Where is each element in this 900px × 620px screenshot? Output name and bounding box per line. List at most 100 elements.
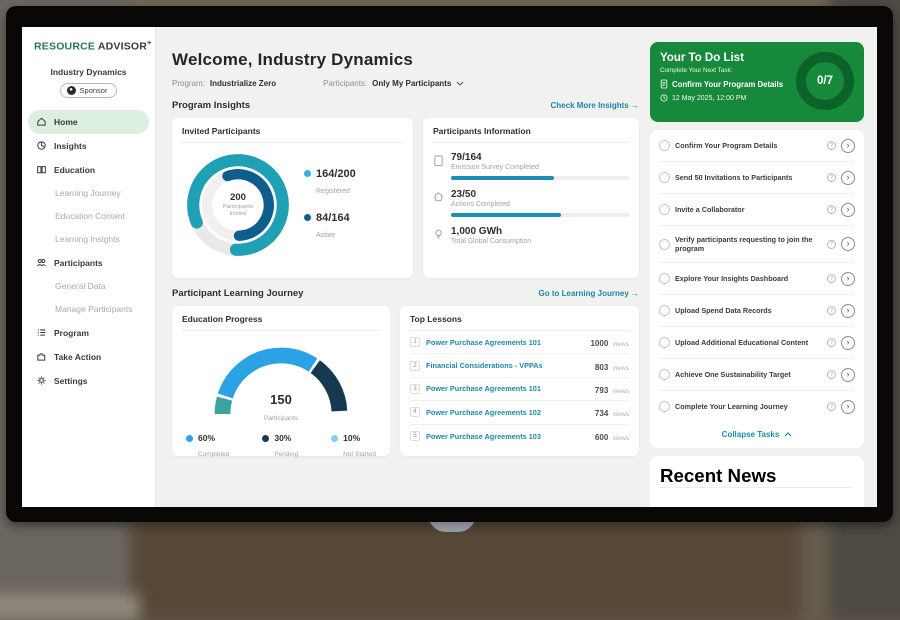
- sidebar-item-learning-journey[interactable]: Learning Journey: [28, 182, 149, 205]
- card-title: Top Lessons: [410, 314, 629, 331]
- todo-panel: Your To Do List Complete Your Next Task:…: [650, 35, 864, 507]
- lesson-row: 5 Power Purchase Agreements 103 600 view…: [410, 425, 629, 448]
- sidebar-item-participants[interactable]: Participants: [28, 251, 149, 275]
- chevron-right-icon[interactable]: ›: [841, 139, 855, 153]
- info-icon[interactable]: ?: [827, 370, 836, 379]
- chevron-up-icon: [784, 432, 792, 437]
- donut-center-value: 200: [230, 192, 246, 203]
- task-row: Confirm Your Program Details ? ›: [659, 130, 855, 162]
- task-row: Explore Your Insights Dashboard ? ›: [659, 263, 855, 295]
- app-screen: RESOURCE ADVISOR+ Industry Dynamics ● Sp…: [22, 27, 877, 507]
- sidebar-item-education-content[interactable]: Education Content: [28, 205, 149, 228]
- lesson-link[interactable]: Power Purchase Agreements 103: [426, 432, 589, 441]
- participants-information-card: Participants Information 79/164 Emission…: [423, 118, 639, 278]
- app-logo: RESOURCE ADVISOR+: [22, 27, 155, 55]
- metric-emission-survey: 79/164 Emission Survey Completed: [433, 152, 629, 180]
- settings-gear-icon: [36, 375, 47, 386]
- progress-bar-fill: [451, 176, 554, 180]
- todo-subtitle: Complete Your Next Task:: [660, 67, 790, 74]
- top-lessons-card: Top Lessons 1 Power Purchase Agreements …: [400, 306, 639, 456]
- lightbulb-icon: [433, 226, 444, 246]
- task-row: Upload Spend Data Records ? ›: [659, 295, 855, 327]
- info-icon[interactable]: ?: [827, 274, 836, 283]
- task-checkbox[interactable]: [659, 172, 670, 183]
- chevron-right-icon[interactable]: ›: [841, 171, 855, 185]
- lesson-link[interactable]: Power Purchase Agreements 102: [426, 408, 589, 417]
- task-row: Complete Your Learning Journey ? ›: [659, 391, 855, 422]
- section-title-learning-journey: Participant Learning Journey: [172, 288, 303, 299]
- task-checkbox[interactable]: [659, 204, 670, 215]
- task-list-card: Confirm Your Program Details ? › Send 50…: [650, 130, 864, 448]
- chevron-right-icon[interactable]: ›: [841, 368, 855, 382]
- todo-next-task: Confirm Your Program Details: [660, 79, 790, 89]
- todo-progress-ring: 0/7: [796, 52, 854, 110]
- sidebar-item-home[interactable]: Home: [28, 110, 149, 134]
- recent-news-title: Recent News: [660, 465, 854, 488]
- sidebar: RESOURCE ADVISOR+ Industry Dynamics ● Sp…: [22, 27, 156, 507]
- info-icon[interactable]: ?: [827, 402, 836, 411]
- lesson-row: 2 Financial Considerations - VPPAs 803 v…: [410, 354, 629, 377]
- progress-bar-track: [451, 213, 629, 217]
- go-to-learning-journey-link[interactable]: Go to Learning Journey →: [539, 289, 639, 298]
- legend-dot: [262, 435, 269, 442]
- task-checkbox[interactable]: [659, 369, 670, 380]
- monitor-bezel: RESOURCE ADVISOR+ Industry Dynamics ● Sp…: [6, 6, 893, 522]
- sidebar-item-take-action[interactable]: Take Action: [28, 345, 149, 369]
- lesson-row: 3 Power Purchase Agreements 101 793 view…: [410, 378, 629, 401]
- task-row: Invite a Collaborator ? ›: [659, 194, 855, 226]
- task-checkbox[interactable]: [659, 273, 670, 284]
- info-icon[interactable]: ?: [827, 338, 836, 347]
- legend-dot: [331, 435, 338, 442]
- sidebar-item-program[interactable]: Program: [28, 321, 149, 345]
- task-checkbox[interactable]: [659, 239, 670, 250]
- insights-icon: [36, 140, 47, 151]
- legend-dot: [304, 214, 311, 221]
- info-icon[interactable]: ?: [827, 173, 836, 182]
- metric-actions: 23/50 Actions Completed: [433, 189, 629, 217]
- chevron-right-icon[interactable]: ›: [841, 336, 855, 350]
- sidebar-item-general-data[interactable]: General Data: [28, 275, 149, 298]
- education-icon: [36, 164, 47, 175]
- task-checkbox[interactable]: [659, 140, 670, 151]
- info-icon[interactable]: ?: [827, 205, 836, 214]
- info-icon[interactable]: ?: [827, 141, 836, 150]
- sidebar-item-education[interactable]: Education: [28, 158, 149, 182]
- lesson-row: 1 Power Purchase Agreements 101 1000 vie…: [410, 331, 629, 354]
- sponsor-badge[interactable]: ● Sponsor: [60, 83, 118, 98]
- sidebar-nav: Home Insights Education Learning Journey…: [22, 108, 155, 395]
- take-action-icon: [36, 351, 47, 362]
- chevron-right-icon[interactable]: ›: [841, 237, 855, 251]
- task-row: Send 50 Invitations to Participants ? ›: [659, 162, 855, 194]
- metric-consumption: 1,000 GWh Total Global Consumption: [433, 226, 629, 246]
- lesson-link[interactable]: Financial Considerations - VPPAs: [426, 361, 589, 370]
- chevron-right-icon[interactable]: ›: [841, 400, 855, 414]
- sidebar-item-settings[interactable]: Settings: [28, 369, 149, 393]
- progress-bar-track: [451, 176, 629, 180]
- home-icon: [36, 116, 47, 127]
- check-more-insights-link[interactable]: Check More Insights →: [551, 101, 639, 110]
- actions-icon: [433, 189, 444, 217]
- chevron-right-icon[interactable]: ›: [841, 203, 855, 217]
- education-progress-card: Education Progress 150 Participants: [172, 306, 390, 456]
- task-checkbox[interactable]: [659, 401, 670, 412]
- lesson-link[interactable]: Power Purchase Agreements 101: [426, 384, 589, 393]
- task-checkbox[interactable]: [659, 337, 670, 348]
- arrow-right-icon: →: [631, 101, 639, 110]
- sidebar-item-manage-participants[interactable]: Manage Participants: [28, 298, 149, 321]
- lesson-link[interactable]: Power Purchase Agreements 101: [426, 338, 584, 347]
- sidebar-item-learning-insights[interactable]: Learning Insights: [28, 228, 149, 251]
- chevron-down-icon: [281, 81, 289, 86]
- card-title: Invited Participants: [182, 126, 403, 143]
- chevron-down-icon: [456, 81, 464, 86]
- info-icon[interactable]: ?: [827, 306, 836, 315]
- task-checkbox[interactable]: [659, 305, 670, 316]
- program-filter-dropdown[interactable]: Program: Industrialize Zero: [172, 79, 289, 88]
- legend-not-started: 10%Not Started: [331, 433, 376, 461]
- invited-participants-card: Invited Participants 200 Partic: [172, 118, 413, 278]
- chevron-right-icon[interactable]: ›: [841, 272, 855, 286]
- collapse-tasks-link[interactable]: Collapse Tasks: [659, 422, 855, 448]
- info-icon[interactable]: ?: [827, 240, 836, 249]
- chevron-right-icon[interactable]: ›: [841, 304, 855, 318]
- participants-filter-dropdown[interactable]: Participants: Only My Participants: [323, 79, 464, 88]
- sidebar-item-insights[interactable]: Insights: [28, 134, 149, 158]
